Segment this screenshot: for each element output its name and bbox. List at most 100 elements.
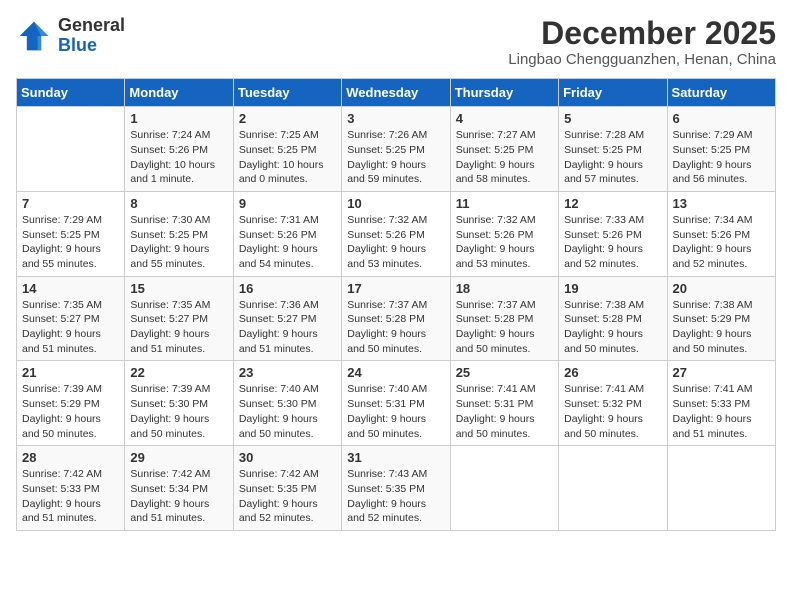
day-number: 30 xyxy=(239,450,336,465)
day-number: 4 xyxy=(456,111,553,126)
day-number: 28 xyxy=(22,450,119,465)
calendar-cell: 14Sunrise: 7:35 AM Sunset: 5:27 PM Dayli… xyxy=(17,276,125,361)
day-info: Sunrise: 7:42 AM Sunset: 5:34 PM Dayligh… xyxy=(130,467,227,526)
day-info: Sunrise: 7:39 AM Sunset: 5:30 PM Dayligh… xyxy=(130,382,227,441)
day-number: 20 xyxy=(673,281,770,296)
day-info: Sunrise: 7:42 AM Sunset: 5:33 PM Dayligh… xyxy=(22,467,119,526)
day-number: 26 xyxy=(564,365,661,380)
day-number: 25 xyxy=(456,365,553,380)
day-info: Sunrise: 7:32 AM Sunset: 5:26 PM Dayligh… xyxy=(456,213,553,272)
day-info: Sunrise: 7:31 AM Sunset: 5:26 PM Dayligh… xyxy=(239,213,336,272)
day-info: Sunrise: 7:43 AM Sunset: 5:35 PM Dayligh… xyxy=(347,467,444,526)
day-info: Sunrise: 7:37 AM Sunset: 5:28 PM Dayligh… xyxy=(347,298,444,357)
calendar-cell: 7Sunrise: 7:29 AM Sunset: 5:25 PM Daylig… xyxy=(17,191,125,276)
calendar-week-row: 1 Sunrise: 7:24 AM Sunset: 5:26 PM Daylig… xyxy=(17,107,776,192)
calendar-cell: 9 Sunrise: 7:31 AM Sunset: 5:26 PM Daylig… xyxy=(233,191,341,276)
day-info: Sunrise: 7:30 AM Sunset: 5:25 PM Dayligh… xyxy=(130,213,227,272)
day-info: Sunrise: 7:38 AM Sunset: 5:28 PM Dayligh… xyxy=(564,298,661,357)
calendar-cell: 24 Sunrise: 7:40 AM Sunset: 5:31 PM Dayli… xyxy=(342,361,450,446)
calendar-cell: 6 Sunrise: 7:29 AM Sunset: 5:25 PM Daylig… xyxy=(667,107,775,192)
calendar-cell: 10 Sunrise: 7:32 AM Sunset: 5:26 PM Dayli… xyxy=(342,191,450,276)
day-number: 23 xyxy=(239,365,336,380)
day-number: 12 xyxy=(564,196,661,211)
day-number: 21 xyxy=(22,365,119,380)
day-info: Sunrise: 7:24 AM Sunset: 5:26 PM Dayligh… xyxy=(130,128,227,187)
day-number: 9 xyxy=(239,196,336,211)
calendar-cell xyxy=(17,107,125,192)
day-number: 18 xyxy=(456,281,553,296)
day-info: Sunrise: 7:40 AM Sunset: 5:30 PM Dayligh… xyxy=(239,382,336,441)
calendar-body: 1 Sunrise: 7:24 AM Sunset: 5:26 PM Daylig… xyxy=(17,107,776,531)
calendar-cell: 31Sunrise: 7:43 AM Sunset: 5:35 PM Dayli… xyxy=(342,446,450,531)
calendar-cell: 30 Sunrise: 7:42 AM Sunset: 5:35 PM Dayli… xyxy=(233,446,341,531)
day-info: Sunrise: 7:27 AM Sunset: 5:25 PM Dayligh… xyxy=(456,128,553,187)
day-info: Sunrise: 7:40 AM Sunset: 5:31 PM Dayligh… xyxy=(347,382,444,441)
day-number: 1 xyxy=(130,111,227,126)
day-info: Sunrise: 7:29 AM Sunset: 5:25 PM Dayligh… xyxy=(673,128,770,187)
day-number: 17 xyxy=(347,281,444,296)
calendar-cell: 3 Sunrise: 7:26 AM Sunset: 5:25 PM Daylig… xyxy=(342,107,450,192)
calendar-cell: 12 Sunrise: 7:33 AM Sunset: 5:26 PM Dayli… xyxy=(559,191,667,276)
day-info: Sunrise: 7:37 AM Sunset: 5:28 PM Dayligh… xyxy=(456,298,553,357)
calendar-table: SundayMondayTuesdayWednesdayThursdayFrid… xyxy=(16,78,776,531)
day-info: Sunrise: 7:34 AM Sunset: 5:26 PM Dayligh… xyxy=(673,213,770,272)
calendar-cell: 1 Sunrise: 7:24 AM Sunset: 5:26 PM Daylig… xyxy=(125,107,233,192)
day-info: Sunrise: 7:26 AM Sunset: 5:25 PM Dayligh… xyxy=(347,128,444,187)
calendar-week-row: 28 Sunrise: 7:42 AM Sunset: 5:33 PM Dayli… xyxy=(17,446,776,531)
calendar-cell: 28 Sunrise: 7:42 AM Sunset: 5:33 PM Dayli… xyxy=(17,446,125,531)
day-number: 27 xyxy=(673,365,770,380)
weekday-header-cell: Sunday xyxy=(17,79,125,107)
calendar-cell: 25 Sunrise: 7:41 AM Sunset: 5:31 PM Dayli… xyxy=(450,361,558,446)
weekday-header-cell: Tuesday xyxy=(233,79,341,107)
day-info: Sunrise: 7:35 AM Sunset: 5:27 PM Dayligh… xyxy=(22,298,119,357)
calendar-cell: 18 Sunrise: 7:37 AM Sunset: 5:28 PM Dayli… xyxy=(450,276,558,361)
logo-text: General Blue xyxy=(58,16,125,56)
calendar-cell: 15Sunrise: 7:35 AM Sunset: 5:27 PM Dayli… xyxy=(125,276,233,361)
day-info: Sunrise: 7:32 AM Sunset: 5:26 PM Dayligh… xyxy=(347,213,444,272)
day-number: 6 xyxy=(673,111,770,126)
day-info: Sunrise: 7:25 AM Sunset: 5:25 PM Dayligh… xyxy=(239,128,336,187)
page-header: General Blue December 2025 Lingbao Cheng… xyxy=(16,16,776,68)
day-number: 2 xyxy=(239,111,336,126)
calendar-cell: 29Sunrise: 7:42 AM Sunset: 5:34 PM Dayli… xyxy=(125,446,233,531)
calendar-cell: 21 Sunrise: 7:39 AM Sunset: 5:29 PM Dayli… xyxy=(17,361,125,446)
day-number: 15 xyxy=(130,281,227,296)
day-info: Sunrise: 7:38 AM Sunset: 5:29 PM Dayligh… xyxy=(673,298,770,357)
day-info: Sunrise: 7:33 AM Sunset: 5:26 PM Dayligh… xyxy=(564,213,661,272)
weekday-header-cell: Thursday xyxy=(450,79,558,107)
calendar-cell: 23 Sunrise: 7:40 AM Sunset: 5:30 PM Dayli… xyxy=(233,361,341,446)
calendar-cell: 22 Sunrise: 7:39 AM Sunset: 5:30 PM Dayli… xyxy=(125,361,233,446)
calendar-cell: 4 Sunrise: 7:27 AM Sunset: 5:25 PM Daylig… xyxy=(450,107,558,192)
day-number: 10 xyxy=(347,196,444,211)
calendar-cell xyxy=(450,446,558,531)
location-subtitle: Lingbao Chengguanzhen, Henan, China xyxy=(508,51,776,68)
calendar-cell: 17 Sunrise: 7:37 AM Sunset: 5:28 PM Dayli… xyxy=(342,276,450,361)
day-info: Sunrise: 7:28 AM Sunset: 5:25 PM Dayligh… xyxy=(564,128,661,187)
day-info: Sunrise: 7:39 AM Sunset: 5:29 PM Dayligh… xyxy=(22,382,119,441)
day-number: 3 xyxy=(347,111,444,126)
calendar-cell: 26 Sunrise: 7:41 AM Sunset: 5:32 PM Dayli… xyxy=(559,361,667,446)
day-info: Sunrise: 7:41 AM Sunset: 5:31 PM Dayligh… xyxy=(456,382,553,441)
calendar-cell: 8Sunrise: 7:30 AM Sunset: 5:25 PM Daylig… xyxy=(125,191,233,276)
day-number: 22 xyxy=(130,365,227,380)
day-number: 5 xyxy=(564,111,661,126)
calendar-week-row: 7Sunrise: 7:29 AM Sunset: 5:25 PM Daylig… xyxy=(17,191,776,276)
day-number: 11 xyxy=(456,196,553,211)
title-block: December 2025 Lingbao Chengguanzhen, Hen… xyxy=(508,16,776,68)
calendar-week-row: 14Sunrise: 7:35 AM Sunset: 5:27 PM Dayli… xyxy=(17,276,776,361)
day-number: 24 xyxy=(347,365,444,380)
day-number: 16 xyxy=(239,281,336,296)
calendar-cell: 13 Sunrise: 7:34 AM Sunset: 5:26 PM Dayli… xyxy=(667,191,775,276)
day-info: Sunrise: 7:41 AM Sunset: 5:33 PM Dayligh… xyxy=(673,382,770,441)
calendar-cell: 16Sunrise: 7:36 AM Sunset: 5:27 PM Dayli… xyxy=(233,276,341,361)
month-title: December 2025 xyxy=(508,16,776,51)
day-number: 13 xyxy=(673,196,770,211)
calendar-cell: 27 Sunrise: 7:41 AM Sunset: 5:33 PM Dayli… xyxy=(667,361,775,446)
day-number: 19 xyxy=(564,281,661,296)
weekday-header-row: SundayMondayTuesdayWednesdayThursdayFrid… xyxy=(17,79,776,107)
weekday-header-cell: Friday xyxy=(559,79,667,107)
day-info: Sunrise: 7:29 AM Sunset: 5:25 PM Dayligh… xyxy=(22,213,119,272)
weekday-header-cell: Wednesday xyxy=(342,79,450,107)
day-info: Sunrise: 7:41 AM Sunset: 5:32 PM Dayligh… xyxy=(564,382,661,441)
day-info: Sunrise: 7:42 AM Sunset: 5:35 PM Dayligh… xyxy=(239,467,336,526)
